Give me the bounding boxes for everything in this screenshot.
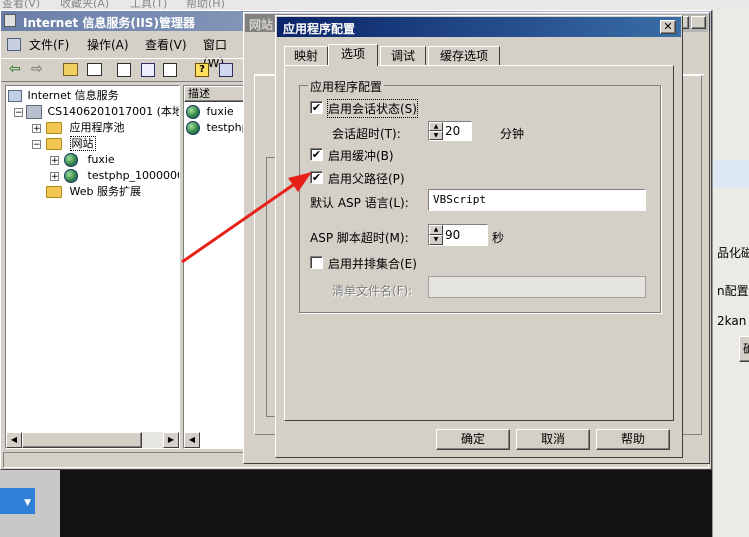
arrow-head-icon <box>288 172 312 192</box>
tab-options[interactable]: 选项 <box>328 44 378 66</box>
red-annotation-arrow <box>181 172 312 264</box>
arrow-shaft <box>181 181 297 264</box>
